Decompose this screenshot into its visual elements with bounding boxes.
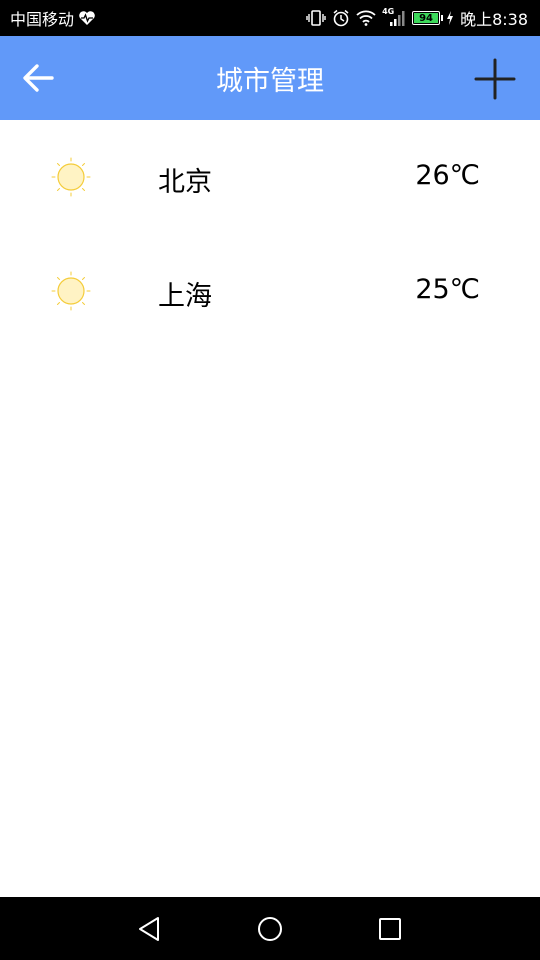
battery-level: 94 bbox=[419, 12, 434, 24]
battery-icon: 94 bbox=[412, 11, 444, 25]
city-temperature: 26℃ bbox=[415, 160, 480, 191]
page-title: 城市管理 bbox=[216, 65, 324, 97]
nav-back-triangle-icon[interactable] bbox=[134, 913, 166, 945]
city-row-shanghai[interactable]: 上海 25℃ bbox=[0, 234, 540, 348]
health-heart-icon bbox=[79, 11, 95, 25]
vibrate-icon bbox=[306, 10, 326, 26]
app-bar: 城市管理 bbox=[0, 36, 540, 120]
charging-icon bbox=[447, 11, 454, 25]
wifi-icon bbox=[356, 10, 376, 26]
status-right: 4G 94 晚上8:38 bbox=[306, 0, 528, 36]
city-row-beijing[interactable]: 北京 26℃ bbox=[0, 120, 540, 234]
nav-recents-square-icon[interactable] bbox=[374, 913, 406, 945]
cell-signal-icon bbox=[390, 11, 405, 26]
city-temperature: 25℃ bbox=[415, 274, 480, 305]
nav-home-circle-icon[interactable] bbox=[254, 913, 286, 945]
add-city-plus-icon[interactable] bbox=[472, 56, 518, 102]
city-name: 北京 bbox=[158, 167, 212, 198]
status-left: 中国移动 bbox=[10, 0, 96, 36]
status-bar: 中国移动 4G 94 晚上8:38 bbox=[0, 0, 540, 36]
carrier-label: 中国移动 bbox=[10, 10, 75, 29]
system-nav-bar bbox=[0, 897, 540, 960]
alarm-icon bbox=[333, 9, 349, 27]
city-list: 北京 26℃ 上海 25℃ bbox=[0, 120, 540, 348]
status-time: 晚上8:38 bbox=[460, 10, 528, 29]
sun-icon bbox=[51, 157, 91, 197]
city-name: 上海 bbox=[158, 281, 212, 312]
cell-signal: 4G bbox=[382, 7, 406, 27]
sun-icon bbox=[51, 271, 91, 311]
